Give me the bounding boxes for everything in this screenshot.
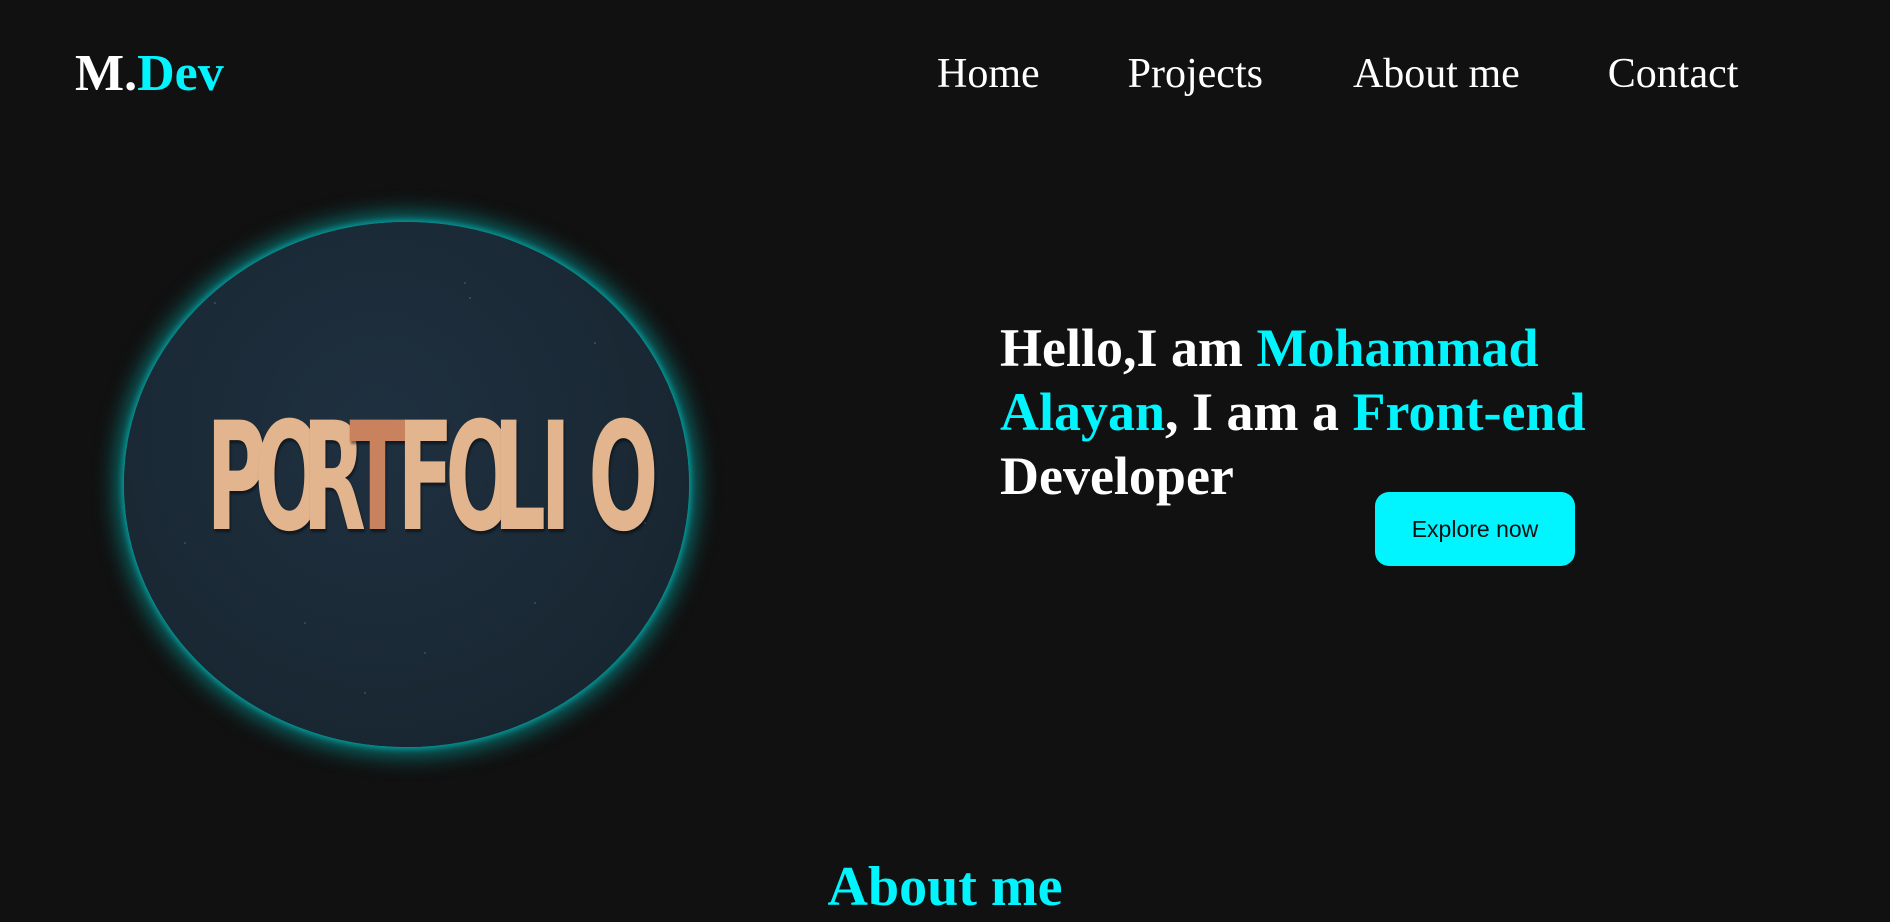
hero-portfolio-image: P O R T F O L I O: [124, 222, 689, 747]
site-logo[interactable]: M.Dev: [75, 42, 224, 106]
logo-accent: Dev: [137, 45, 224, 102]
logo-main: M.: [75, 45, 138, 102]
nav-home-link[interactable]: Home: [937, 42, 1040, 106]
portfolio-letters: P O R T F O L I O: [196, 391, 659, 565]
hero-role: Front-end: [1352, 382, 1586, 442]
hero-heading: Hello,I am Mohammad Alayan, I am a Front…: [1000, 316, 1640, 508]
nav-about-link[interactable]: About me: [1353, 42, 1520, 106]
hero-text-part3: Developer: [1000, 446, 1234, 506]
portfolio-letter: P: [206, 391, 267, 565]
nav-contact-link[interactable]: Contact: [1608, 42, 1739, 106]
portfolio-letter: L: [492, 391, 546, 565]
hero-text-part2: , I am a: [1165, 382, 1353, 442]
hero-text-part1: Hello,I am: [1000, 318, 1257, 378]
portfolio-letter: F: [397, 391, 454, 565]
portfolio-letter: R: [301, 391, 366, 565]
about-section-heading: About me: [827, 856, 1063, 918]
nav-projects-link[interactable]: Projects: [1128, 42, 1263, 106]
portfolio-letter: O: [254, 391, 325, 565]
explore-now-button[interactable]: Explore now: [1375, 492, 1575, 566]
portfolio-letter: O: [588, 391, 659, 565]
portfolio-letter: O: [445, 391, 516, 565]
portfolio-letter: I: [540, 391, 572, 565]
portfolio-letter: T: [349, 391, 406, 565]
main-nav: Home Projects About me Contact: [937, 42, 1738, 106]
